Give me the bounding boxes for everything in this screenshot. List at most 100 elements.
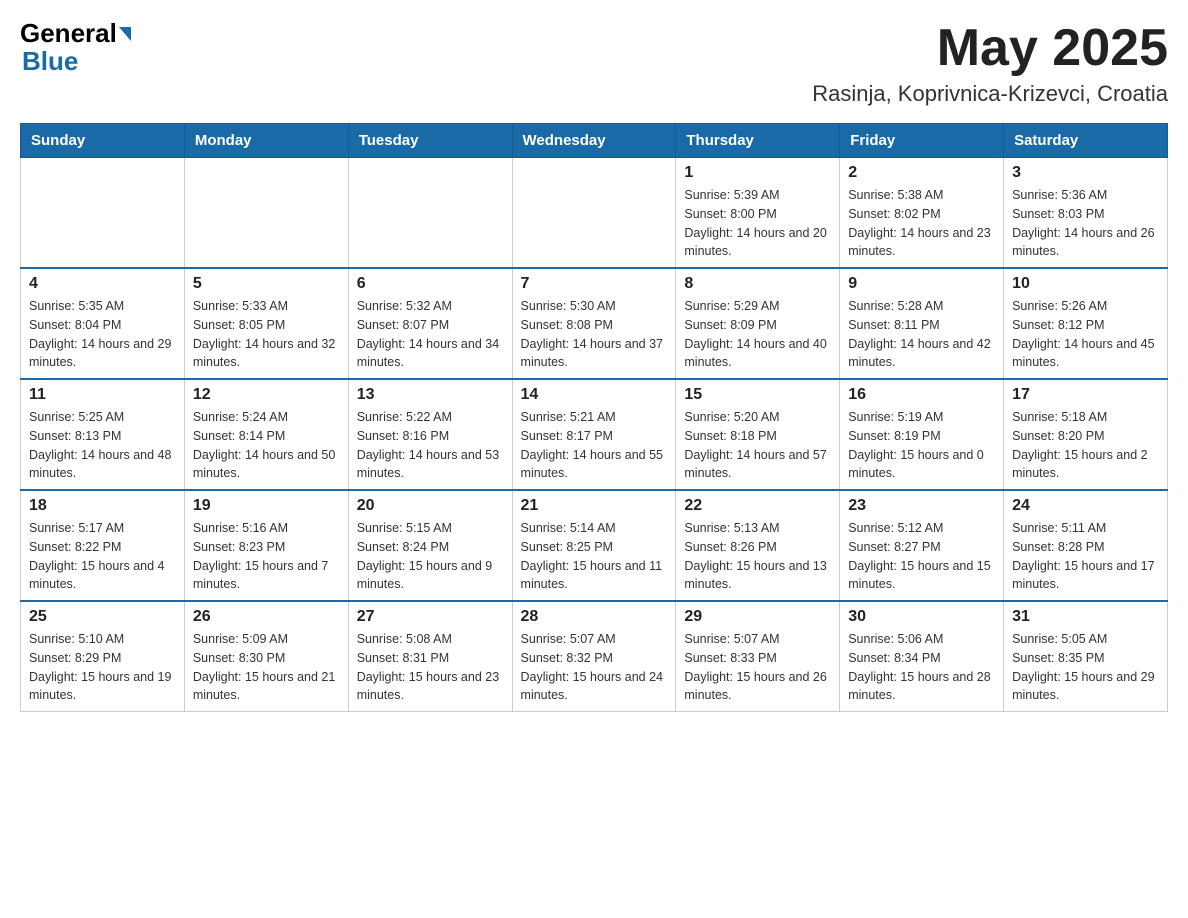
day-number: 19 (193, 497, 340, 515)
day-number: 26 (193, 608, 340, 626)
table-row: 17Sunrise: 5:18 AMSunset: 8:20 PMDayligh… (1004, 379, 1168, 490)
day-info: Sunrise: 5:28 AMSunset: 8:11 PMDaylight:… (848, 297, 995, 372)
table-row: 12Sunrise: 5:24 AMSunset: 8:14 PMDayligh… (184, 379, 348, 490)
day-info: Sunrise: 5:30 AMSunset: 8:08 PMDaylight:… (521, 297, 668, 372)
day-number: 2 (848, 164, 995, 182)
calendar-week-row: 1 Sunrise: 5:39 AMSunset: 8:00 PMDaylight… (21, 158, 1168, 269)
calendar-week-row: 25 Sunrise: 5:10 AMSunset: 8:29 PMDayligh… (21, 601, 1168, 712)
day-info: Sunrise: 5:10 AMSunset: 8:29 PMDaylight:… (29, 630, 176, 705)
day-number: 6 (357, 275, 504, 293)
col-monday: Monday (184, 124, 348, 158)
table-row: 24 Sunrise: 5:11 AMSunset: 8:28 PMDayligh… (1004, 490, 1168, 601)
table-row: 14Sunrise: 5:21 AMSunset: 8:17 PMDayligh… (512, 379, 676, 490)
table-row (184, 158, 348, 269)
logo: General Blue (20, 20, 131, 77)
day-info: Sunrise: 5:13 AMSunset: 8:26 PMDaylight:… (684, 519, 831, 594)
calendar-header-row: Sunday Monday Tuesday Wednesday Thursday… (21, 124, 1168, 158)
table-row: 22Sunrise: 5:13 AMSunset: 8:26 PMDayligh… (676, 490, 840, 601)
day-info: Sunrise: 5:19 AMSunset: 8:19 PMDaylight:… (848, 408, 995, 483)
table-row: 31 Sunrise: 5:05 AMSunset: 8:35 PMDayligh… (1004, 601, 1168, 712)
table-row: 10 Sunrise: 5:26 AMSunset: 8:12 PMDayligh… (1004, 268, 1168, 379)
day-number: 10 (1012, 275, 1159, 293)
calendar-week-row: 4Sunrise: 5:35 AMSunset: 8:04 PMDaylight… (21, 268, 1168, 379)
table-row: 4Sunrise: 5:35 AMSunset: 8:04 PMDaylight… (21, 268, 185, 379)
day-info: Sunrise: 5:16 AMSunset: 8:23 PMDaylight:… (193, 519, 340, 594)
day-info: Sunrise: 5:38 AMSunset: 8:02 PMDaylight:… (848, 186, 995, 261)
table-row: 21Sunrise: 5:14 AMSunset: 8:25 PMDayligh… (512, 490, 676, 601)
month-title: May 2025 (812, 20, 1168, 77)
day-info: Sunrise: 5:20 AMSunset: 8:18 PMDaylight:… (684, 408, 831, 483)
day-info: Sunrise: 5:29 AMSunset: 8:09 PMDaylight:… (684, 297, 831, 372)
day-info: Sunrise: 5:05 AMSunset: 8:35 PMDaylight:… (1012, 630, 1159, 705)
day-number: 16 (848, 386, 995, 404)
day-info: Sunrise: 5:39 AMSunset: 8:00 PMDaylight:… (684, 186, 831, 261)
day-number: 12 (193, 386, 340, 404)
col-tuesday: Tuesday (348, 124, 512, 158)
table-row: 7 Sunrise: 5:30 AMSunset: 8:08 PMDaylight… (512, 268, 676, 379)
logo-arrow-icon (119, 27, 131, 41)
calendar-week-row: 18 Sunrise: 5:17 AMSunset: 8:22 PMDayligh… (21, 490, 1168, 601)
day-info: Sunrise: 5:17 AMSunset: 8:22 PMDaylight:… (29, 519, 176, 594)
table-row: 28 Sunrise: 5:07 AMSunset: 8:32 PMDayligh… (512, 601, 676, 712)
day-info: Sunrise: 5:11 AMSunset: 8:28 PMDaylight:… (1012, 519, 1159, 594)
day-info: Sunrise: 5:22 AMSunset: 8:16 PMDaylight:… (357, 408, 504, 483)
logo-general-text: General (20, 20, 117, 46)
day-number: 13 (357, 386, 504, 404)
table-row: 15 Sunrise: 5:20 AMSunset: 8:18 PMDayligh… (676, 379, 840, 490)
day-info: Sunrise: 5:15 AMSunset: 8:24 PMDaylight:… (357, 519, 504, 594)
table-row: 3 Sunrise: 5:36 AMSunset: 8:03 PMDaylight… (1004, 158, 1168, 269)
table-row: 5 Sunrise: 5:33 AMSunset: 8:05 PMDaylight… (184, 268, 348, 379)
col-saturday: Saturday (1004, 124, 1168, 158)
location-text: Rasinja, Koprivnica-Krizevci, Croatia (812, 81, 1168, 107)
day-number: 5 (193, 275, 340, 293)
day-number: 3 (1012, 164, 1159, 182)
day-number: 25 (29, 608, 176, 626)
day-number: 29 (684, 608, 831, 626)
day-info: Sunrise: 5:08 AMSunset: 8:31 PMDaylight:… (357, 630, 504, 705)
table-row: 20 Sunrise: 5:15 AMSunset: 8:24 PMDayligh… (348, 490, 512, 601)
day-number: 18 (29, 497, 176, 515)
day-info: Sunrise: 5:36 AMSunset: 8:03 PMDaylight:… (1012, 186, 1159, 261)
day-number: 9 (848, 275, 995, 293)
day-number: 31 (1012, 608, 1159, 626)
day-info: Sunrise: 5:33 AMSunset: 8:05 PMDaylight:… (193, 297, 340, 372)
table-row: 27 Sunrise: 5:08 AMSunset: 8:31 PMDayligh… (348, 601, 512, 712)
table-row: 2 Sunrise: 5:38 AMSunset: 8:02 PMDaylight… (840, 158, 1004, 269)
col-wednesday: Wednesday (512, 124, 676, 158)
table-row: 18 Sunrise: 5:17 AMSunset: 8:22 PMDayligh… (21, 490, 185, 601)
table-row (348, 158, 512, 269)
logo-blue-text: Blue (22, 46, 78, 77)
day-info: Sunrise: 5:26 AMSunset: 8:12 PMDaylight:… (1012, 297, 1159, 372)
calendar-table: Sunday Monday Tuesday Wednesday Thursday… (20, 123, 1168, 712)
day-number: 20 (357, 497, 504, 515)
table-row: 8Sunrise: 5:29 AMSunset: 8:09 PMDaylight… (676, 268, 840, 379)
table-row: 25 Sunrise: 5:10 AMSunset: 8:29 PMDayligh… (21, 601, 185, 712)
day-number: 30 (848, 608, 995, 626)
table-row (21, 158, 185, 269)
day-number: 24 (1012, 497, 1159, 515)
table-row: 16 Sunrise: 5:19 AMSunset: 8:19 PMDayligh… (840, 379, 1004, 490)
table-row: 29 Sunrise: 5:07 AMSunset: 8:33 PMDayligh… (676, 601, 840, 712)
day-info: Sunrise: 5:25 AMSunset: 8:13 PMDaylight:… (29, 408, 176, 483)
day-number: 7 (521, 275, 668, 293)
table-row: 11 Sunrise: 5:25 AMSunset: 8:13 PMDayligh… (21, 379, 185, 490)
day-number: 23 (848, 497, 995, 515)
day-info: Sunrise: 5:21 AMSunset: 8:17 PMDaylight:… (521, 408, 668, 483)
page-header: General Blue May 2025 Rasinja, Koprivnic… (20, 20, 1168, 107)
day-info: Sunrise: 5:07 AMSunset: 8:32 PMDaylight:… (521, 630, 668, 705)
col-thursday: Thursday (676, 124, 840, 158)
day-number: 1 (684, 164, 831, 182)
day-number: 15 (684, 386, 831, 404)
table-row: 23Sunrise: 5:12 AMSunset: 8:27 PMDayligh… (840, 490, 1004, 601)
day-info: Sunrise: 5:32 AMSunset: 8:07 PMDaylight:… (357, 297, 504, 372)
table-row: 26Sunrise: 5:09 AMSunset: 8:30 PMDayligh… (184, 601, 348, 712)
table-row: 6 Sunrise: 5:32 AMSunset: 8:07 PMDaylight… (348, 268, 512, 379)
day-number: 27 (357, 608, 504, 626)
table-row: 13 Sunrise: 5:22 AMSunset: 8:16 PMDayligh… (348, 379, 512, 490)
day-number: 28 (521, 608, 668, 626)
day-info: Sunrise: 5:07 AMSunset: 8:33 PMDaylight:… (684, 630, 831, 705)
day-number: 11 (29, 386, 176, 404)
table-row: 19 Sunrise: 5:16 AMSunset: 8:23 PMDayligh… (184, 490, 348, 601)
day-number: 17 (1012, 386, 1159, 404)
col-friday: Friday (840, 124, 1004, 158)
